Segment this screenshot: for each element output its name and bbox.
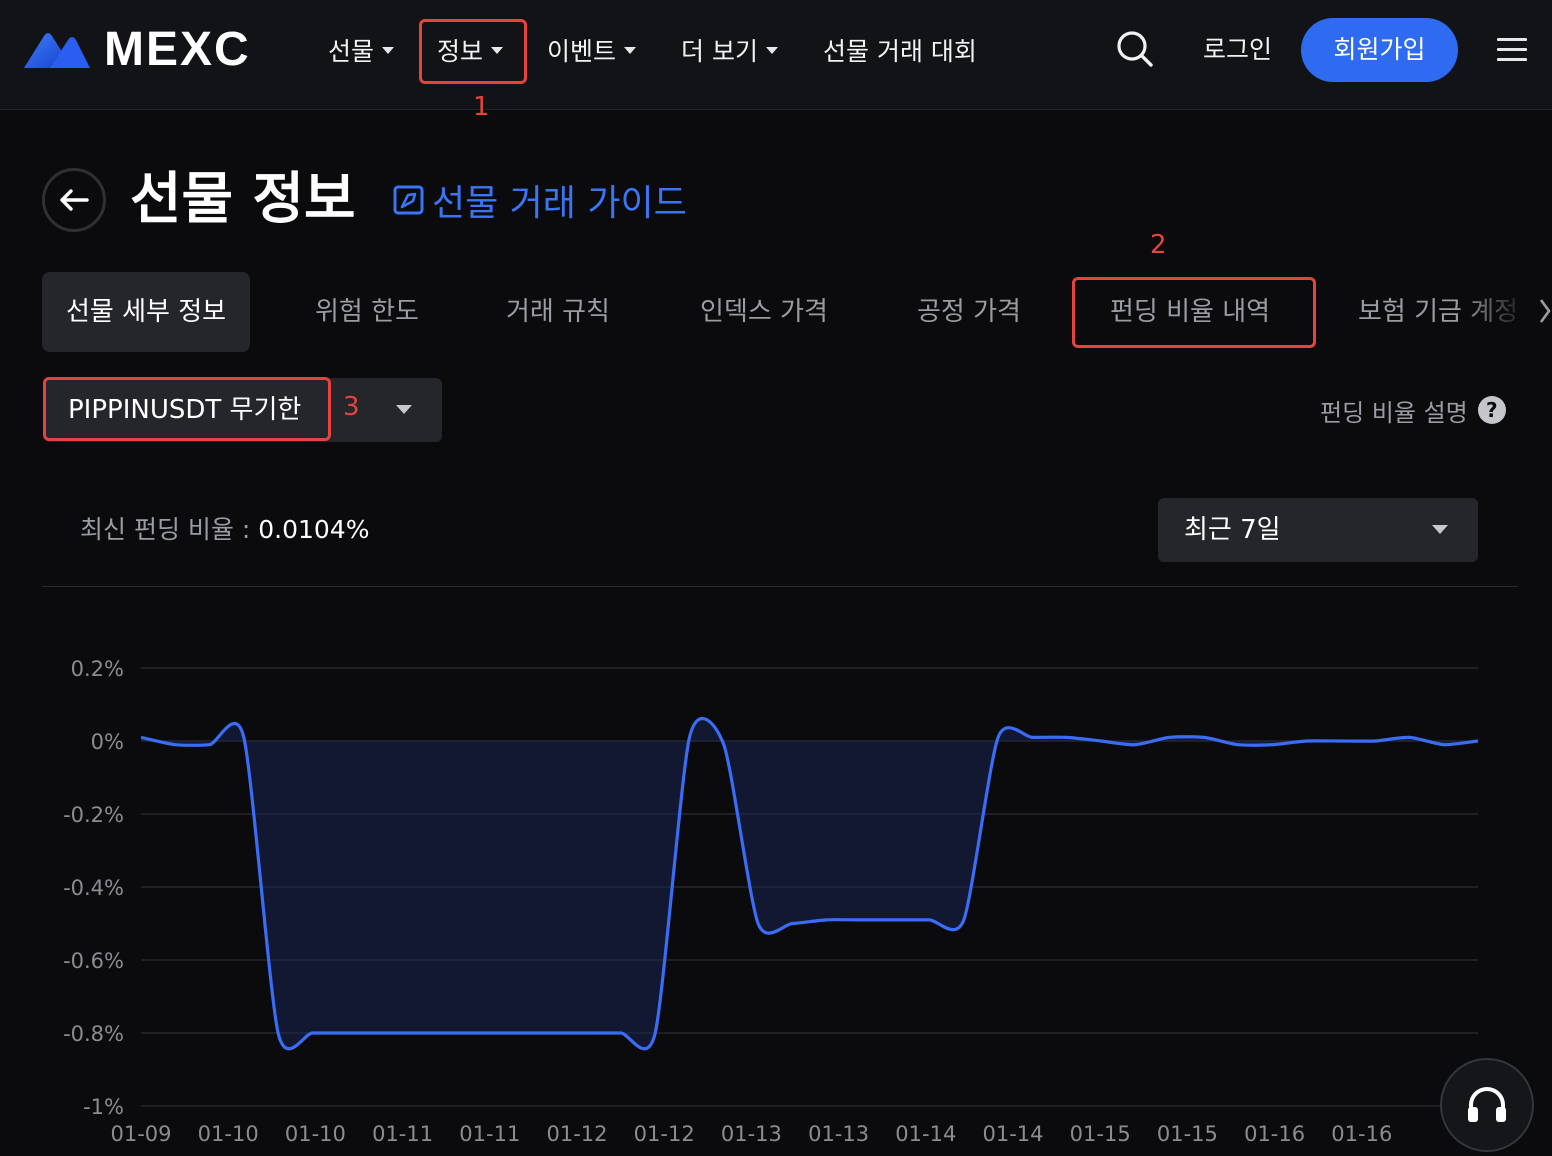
tab-index-price[interactable]: 인덱스 가격	[700, 272, 828, 352]
y-tick-label: -1%	[83, 1095, 124, 1119]
x-tick-label: 01-16	[1244, 1122, 1305, 1146]
x-tick-label: 01-12	[634, 1122, 695, 1146]
y-tick-label: -0.8%	[63, 1022, 124, 1046]
mexc-mountain-icon	[24, 33, 90, 68]
page-title: 선물 정보	[130, 167, 356, 232]
caret-down-icon	[624, 46, 637, 54]
funding-rate-area	[141, 718, 1478, 1049]
chevron-right-icon[interactable]	[1538, 296, 1552, 326]
latest-funding-rate-value: 0.0104%	[258, 515, 370, 544]
nav-item-futures-competition[interactable]: 선물 거래 대회	[823, 30, 977, 70]
hamburger-menu-icon[interactable]	[1497, 38, 1527, 62]
nav-item-label: 이벤트	[547, 37, 617, 66]
headset-icon	[1468, 1087, 1506, 1122]
period-select-value: 최근 7일	[1184, 515, 1281, 545]
login-link[interactable]: 로그인	[1203, 30, 1272, 70]
tab-risk-limit[interactable]: 위험 한도	[315, 272, 419, 352]
caret-down-icon	[382, 46, 395, 54]
caret-down-icon	[396, 405, 412, 414]
funding-help-label: 펀딩 비율 설명	[1320, 398, 1468, 427]
back-button[interactable]	[42, 168, 106, 232]
x-tick-label: 01-14	[982, 1122, 1043, 1146]
x-tick-label: 01-12	[546, 1122, 607, 1146]
x-tick-label: 01-14	[895, 1122, 956, 1146]
latest-funding-rate-label: 최신 펀딩 비율 :	[80, 515, 259, 544]
y-tick-label: 0%	[91, 730, 124, 754]
x-tick-label: 01-15	[1157, 1122, 1218, 1146]
guide-icon	[393, 185, 424, 215]
nav-item-label: 선물 거래 대회	[823, 37, 977, 66]
latest-funding-rate: 최신 펀딩 비율 : 0.0104%	[80, 508, 369, 552]
section-divider	[42, 586, 1518, 587]
futures-guide-label: 선물 거래 가이드	[432, 183, 687, 224]
x-tick-label: 01-15	[1070, 1122, 1131, 1146]
caret-down-icon	[765, 46, 778, 54]
period-select[interactable]: 최근 7일	[1158, 498, 1478, 562]
tabs-fade-overlay	[1460, 272, 1530, 352]
nav-item-label: 더 보기	[681, 37, 758, 66]
x-tick-label: 01-10	[198, 1122, 259, 1146]
y-tick-label: -0.2%	[63, 803, 124, 827]
caret-down-icon	[1432, 525, 1448, 534]
nav-item-events[interactable]: 이벤트	[547, 30, 637, 70]
customer-support-button[interactable]	[1440, 1058, 1534, 1152]
x-tick-label: 01-11	[459, 1122, 520, 1146]
annotation-box-1	[419, 19, 527, 84]
futures-guide-link[interactable]: 선물 거래 가이드	[392, 175, 687, 225]
arrow-left-icon	[60, 189, 89, 211]
tab-futures-details[interactable]: 선물 세부 정보	[42, 272, 250, 352]
x-tick-label: 01-13	[721, 1122, 782, 1146]
x-tick-label: 01-13	[808, 1122, 869, 1146]
signup-button[interactable]: 회원가입	[1301, 18, 1458, 82]
y-tick-label: -0.6%	[63, 949, 124, 973]
x-tick-label: 01-10	[285, 1122, 346, 1146]
y-tick-label: -0.4%	[63, 876, 124, 900]
nav-item-more[interactable]: 더 보기	[681, 30, 778, 70]
annotation-box-2	[1072, 277, 1316, 348]
annotation-number-2: 2	[1150, 230, 1167, 260]
y-tick-label: 0.2%	[71, 657, 124, 681]
annotation-number-3: 3	[343, 392, 360, 422]
top-navbar: MEXC 선물 정보 이벤트 더 보기 선물 거래 대회 로그인 회원가입	[0, 0, 1552, 110]
search-icon[interactable]	[1116, 30, 1154, 68]
funding-rate-chart: 0.2% 0% -0.2% -0.4% -0.6% -0.8% -1% 01-09 01-10…	[63, 657, 1479, 1146]
brand-name: MEXC	[104, 23, 251, 76]
funding-rate-explanation-link[interactable]: 펀딩 비율 설명 ?	[1320, 390, 1506, 430]
nav-item-label: 선물	[328, 37, 375, 66]
brand-logo[interactable]: MEXC	[24, 23, 251, 76]
x-tick-label: 01-11	[372, 1122, 433, 1146]
tab-fair-price[interactable]: 공정 가격	[917, 272, 1021, 352]
x-tick-label: 01-16	[1331, 1122, 1392, 1146]
annotation-number-1: 1	[473, 92, 490, 122]
nav-item-futures[interactable]: 선물	[328, 30, 395, 70]
question-mark-icon: ?	[1477, 396, 1506, 424]
x-tick-label: 01-09	[110, 1122, 171, 1146]
annotation-box-3	[43, 377, 331, 441]
tab-trading-rules[interactable]: 거래 규칙	[506, 272, 610, 352]
